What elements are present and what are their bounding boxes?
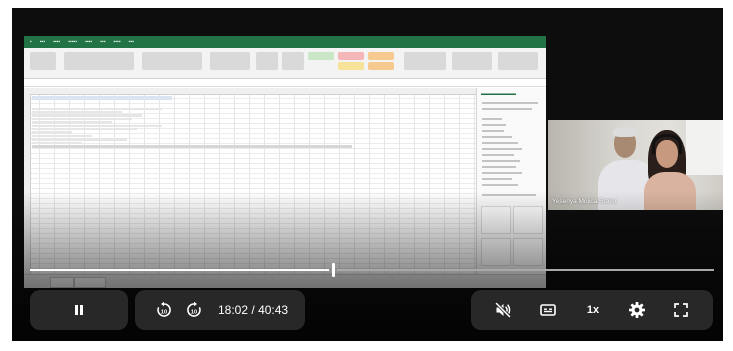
time-display: 18:02 / 40:43	[218, 290, 288, 330]
pause-icon	[72, 303, 86, 317]
mute-button[interactable]	[491, 298, 515, 322]
fullscreen-button[interactable]	[669, 298, 693, 322]
svg-text:10: 10	[161, 309, 167, 315]
muted-speaker-icon	[494, 301, 512, 319]
participant-name: Yesenya Mojica Bravo	[552, 198, 617, 205]
formula-bar	[24, 79, 546, 87]
forward-10-icon: 10	[185, 301, 203, 319]
rewind-10-button[interactable]: 10	[152, 298, 176, 322]
spreadsheet-ribbon	[24, 48, 546, 79]
progress-bar[interactable]	[30, 263, 714, 277]
seek-time-group: 10 10 18:02 / 40:43	[135, 290, 305, 330]
time-separator: /	[251, 303, 255, 317]
playback-speed-button[interactable]: 1x	[581, 298, 605, 322]
player-settings-group: 1x	[471, 290, 713, 330]
progress-scrubber-handle[interactable]	[332, 263, 335, 277]
video-player[interactable]: ▪ ▪▪▪ ▪▪▪▪ ▪▪▪▪▪ ▪▪▪▪ ▪▪▪ ▪▪▪▪ ▪▪▪ ▬▬▬▬▬…	[12, 8, 723, 341]
closed-captions-icon	[539, 301, 557, 319]
spreadsheet-ribbon-tabs: ▪ ▪▪▪ ▪▪▪▪ ▪▪▪▪▪ ▪▪▪▪ ▪▪▪ ▪▪▪▪ ▪▪▪	[24, 36, 546, 48]
forward-10-button[interactable]: 10	[182, 298, 206, 322]
progress-remaining	[337, 269, 714, 271]
fullscreen-icon	[673, 302, 689, 318]
progress-played	[30, 269, 329, 271]
current-time: 18:02	[218, 303, 249, 317]
captions-button[interactable]	[536, 298, 560, 322]
pause-button[interactable]	[67, 298, 91, 322]
spreadsheet-grid	[24, 88, 476, 274]
rewind-10-icon: 10	[155, 301, 173, 319]
settings-button[interactable]	[625, 298, 649, 322]
svg-text:10: 10	[191, 309, 197, 315]
play-pause-group	[30, 290, 128, 330]
shared-screen-spreadsheet: ▪ ▪▪▪ ▪▪▪▪ ▪▪▪▪▪ ▪▪▪▪ ▪▪▪ ▪▪▪▪ ▪▪▪ ▬▬▬▬▬…	[24, 36, 546, 288]
gear-icon	[628, 301, 646, 319]
participant-video-tile: Yesenya Mojica Bravo	[548, 120, 723, 210]
total-duration: 40:43	[258, 303, 289, 317]
pivot-fields-pane: ▬▬▬▬▬▬▬	[476, 88, 546, 274]
pivot-table	[32, 96, 352, 158]
playback-speed-label: 1x	[586, 304, 600, 316]
